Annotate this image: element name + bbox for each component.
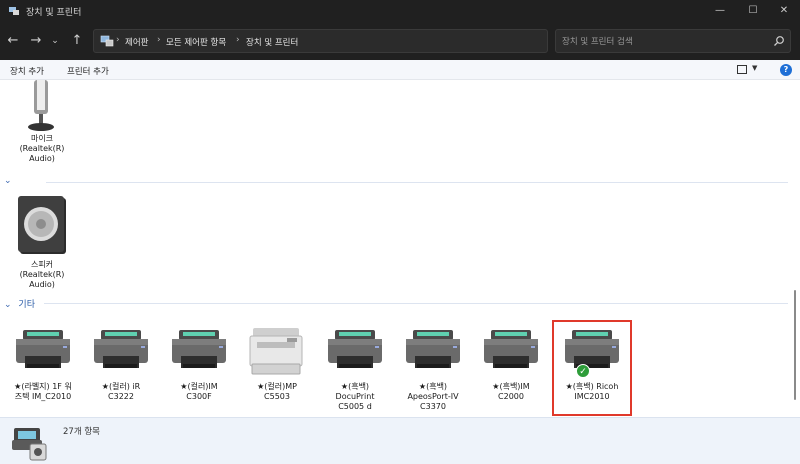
vertical-scrollbar[interactable]: [794, 290, 796, 400]
control-panel-icon: [100, 35, 114, 47]
printer-label: ★(흑백) ApeosPort-IV C3370: [407, 382, 459, 411]
breadcrumb-separator: ›: [236, 35, 240, 45]
device-microphone[interactable]: 마이크 (Realtek(R) Audio): [18, 80, 66, 164]
title-bar: 장치 및 프린터 — ☐ ✕: [0, 0, 800, 22]
printer-icon: [328, 330, 382, 368]
search-box[interactable]: [555, 29, 791, 53]
printer-label: ★(흑백)IM C2000: [492, 382, 530, 401]
device-speaker[interactable]: 스피커 (Realtek(R) Audio): [16, 196, 68, 290]
printer-item[interactable]: ★(컬러)MP C5503: [242, 322, 312, 414]
breadcrumb-separator: ›: [157, 35, 161, 45]
close-button[interactable]: ✕: [768, 0, 800, 22]
default-printer-check-icon: ✓: [576, 364, 590, 378]
forward-button[interactable]: →: [27, 32, 45, 50]
printer-item[interactable]: ✓ ★(흑백) Ricoh IMC2010: [552, 320, 632, 416]
printer-icon: [406, 330, 460, 368]
group-header-other[interactable]: ⌄ 기타: [4, 297, 35, 310]
printer-icon: [94, 330, 148, 368]
devices-printers-icon: [12, 428, 47, 461]
status-bar: 27개 항목: [0, 417, 800, 464]
printer-icon: [565, 330, 619, 368]
printer-label: ★(흑백) DocuPrint C5005 d: [335, 382, 375, 411]
microphone-icon: [28, 80, 54, 131]
view-options-dropdown-icon[interactable]: ▼: [752, 64, 757, 72]
change-view-icon[interactable]: [737, 65, 747, 74]
printer-label: ★(라벨지) 1F 워 즈텍 IM_C2010: [14, 382, 72, 401]
multifunction-printer-icon: [249, 328, 303, 375]
printer-icon: [484, 330, 538, 368]
item-count: 27개 항목: [63, 427, 100, 437]
maximize-button[interactable]: ☐: [737, 0, 769, 22]
collapse-chevron-icon[interactable]: ⌄: [4, 300, 12, 310]
add-printer-button[interactable]: 프린터 추가: [67, 65, 109, 77]
address-bar[interactable]: › 제어판 › 모든 제어판 항목 › 장치 및 프린터 ⌄ ↻: [93, 29, 628, 53]
group-divider: [44, 303, 788, 304]
printer-item[interactable]: ★(흑백)IM C2000: [476, 322, 546, 414]
command-bar: 장치 추가 프린터 추가 ▼ ?: [0, 60, 800, 80]
add-device-button[interactable]: 장치 추가: [10, 65, 44, 77]
printer-item[interactable]: ★(라벨지) 1F 워 즈텍 IM_C2010: [8, 322, 78, 414]
speaker-icon: [18, 196, 66, 254]
recent-locations-button[interactable]: ⌄: [46, 32, 64, 50]
printer-label: ★(컬러)MP C5503: [257, 382, 297, 401]
breadcrumb-all-items[interactable]: 모든 제어판 항목: [166, 36, 226, 48]
printer-item[interactable]: ★(컬러)IM C300F: [164, 322, 234, 414]
search-icon[interactable]: [773, 35, 785, 47]
printer-label: ★(흑백) Ricoh IMC2010: [565, 382, 619, 401]
collapse-chevron-icon[interactable]: ⌄: [4, 176, 12, 186]
printer-label: ★(컬러)IM C300F: [180, 382, 218, 401]
group-divider: [46, 182, 788, 183]
navigation-bar: ← → ⌄ ↑ › 제어판 › 모든 제어판 항목 › 장치 및 프린터 ⌄ ↻: [0, 22, 800, 60]
breadcrumb-control-panel[interactable]: 제어판: [125, 36, 148, 48]
printer-item[interactable]: ★(흑백) ApeosPort-IV C3370: [398, 322, 468, 414]
search-input[interactable]: [562, 34, 762, 49]
minimize-button[interactable]: —: [704, 0, 736, 22]
group-header-speakers[interactable]: ⌄: [4, 176, 16, 186]
breadcrumb-devices-printers[interactable]: 장치 및 프린터: [246, 36, 298, 48]
printer-label: ★(컬러) iR C3222: [101, 382, 141, 401]
window-title: 장치 및 프린터: [26, 8, 82, 18]
printer-item[interactable]: ★(컬러) iR C3222: [86, 322, 156, 414]
breadcrumb-separator: ›: [116, 35, 120, 45]
device-label: 스피커 (Realtek(R) Audio): [19, 260, 65, 289]
device-label: 마이크 (Realtek(R) Audio): [19, 134, 65, 163]
back-button[interactable]: ←: [4, 32, 22, 50]
printer-icon: [172, 330, 226, 368]
devices-printers-icon: [9, 7, 19, 15]
device-list: 마이크 (Realtek(R) Audio) ⌄ 스피커 (Realtek(R)…: [0, 80, 800, 417]
help-icon[interactable]: ?: [780, 64, 792, 76]
printer-item[interactable]: ★(흑백) DocuPrint C5005 d: [320, 322, 390, 414]
up-button[interactable]: ↑: [68, 32, 86, 50]
printer-icon: [16, 330, 70, 368]
